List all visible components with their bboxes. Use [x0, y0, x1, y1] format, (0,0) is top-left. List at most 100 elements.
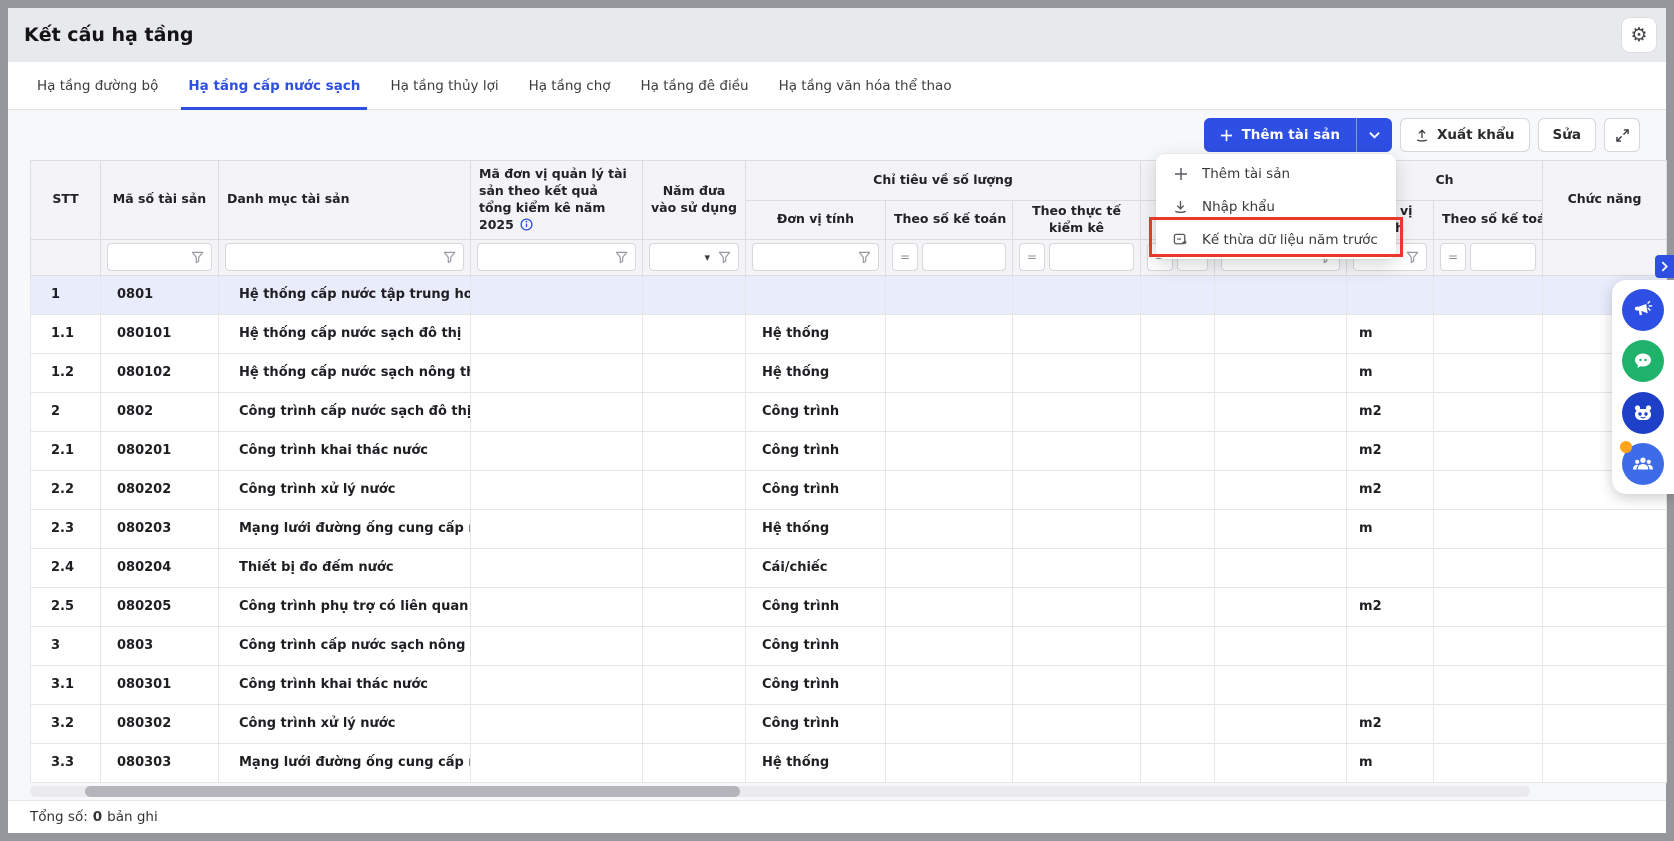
- table-row[interactable]: 3.3080303Mạng lưới đường ống cung cấp nư…: [31, 743, 1667, 782]
- cell: [1141, 353, 1215, 392]
- cell: Công trình: [746, 392, 886, 431]
- scrollbar-thumb[interactable]: [85, 786, 740, 797]
- side-panel-toggle[interactable]: [1655, 255, 1674, 278]
- cell: [643, 626, 746, 665]
- settings-button[interactable]: ⚙: [1622, 18, 1656, 52]
- table-row[interactable]: 2.5080205Công trình phụ trợ có liên quan…: [31, 587, 1667, 626]
- cell: Hệ thống cấp nước sạch đô thị: [219, 314, 471, 353]
- cell: [1141, 470, 1215, 509]
- cell: [471, 626, 643, 665]
- cell: Công trình phụ trợ có liên quan: [219, 587, 471, 626]
- cell: Công trình khai thác nước: [219, 431, 471, 470]
- table-row[interactable]: 1.1080101Hệ thống cấp nước sạch đô thịHệ…: [31, 314, 1667, 353]
- expand-button[interactable]: [1604, 118, 1640, 152]
- col-header-year[interactable]: Năm đưa vào sử dụng: [643, 161, 746, 240]
- notification-dot: [1620, 441, 1632, 453]
- cell: [886, 275, 1013, 314]
- community-button[interactable]: [1622, 443, 1664, 485]
- filter-accounting-input[interactable]: =: [892, 243, 1006, 271]
- col-header-name[interactable]: Danh mục tài sản: [219, 161, 471, 240]
- filter-unit-input[interactable]: [752, 243, 879, 271]
- col-header-stt[interactable]: STT: [31, 161, 101, 240]
- table-row[interactable]: 2.4080204Thiết bị đo đếm nướcCái/chiếc: [31, 548, 1667, 587]
- col-header-accounting[interactable]: Theo số kế toán: [886, 201, 1013, 240]
- export-button[interactable]: Xuất khẩu: [1400, 118, 1530, 152]
- filter-year-select[interactable]: ▾: [649, 243, 739, 271]
- table-row[interactable]: 2.1080201Công trình khai thác nướcCông t…: [31, 431, 1667, 470]
- announcement-button[interactable]: [1622, 289, 1664, 331]
- funnel-icon[interactable]: [858, 251, 871, 264]
- edit-button[interactable]: Sửa: [1538, 118, 1596, 152]
- cell: Hệ thống: [746, 353, 886, 392]
- cell: [471, 665, 643, 704]
- cell: [886, 743, 1013, 782]
- group-header-quantity: Chỉ tiêu về số lượng: [746, 161, 1141, 201]
- chat-support-button[interactable]: [1622, 340, 1664, 382]
- cell: [471, 587, 643, 626]
- info-icon[interactable]: [520, 218, 533, 231]
- funnel-icon[interactable]: [443, 251, 456, 264]
- cell: m2: [1347, 431, 1434, 470]
- assets-table: STT Mã số tài sản Danh mục tài sản Mã đơ…: [30, 160, 1667, 783]
- table-row[interactable]: 2.3080203Mạng lưới đường ống cung cấp nư…: [31, 509, 1667, 548]
- filter-unit-code-input[interactable]: [477, 243, 636, 271]
- tab-ha-tang-duong-bo[interactable]: Hạ tầng đường bộ: [22, 62, 173, 109]
- tab-ha-tang-thuy-loi[interactable]: Hạ tầng thủy lợi: [375, 62, 513, 109]
- table-row[interactable]: 10801Hệ thống cấp nước tập trung hoàn ch…: [31, 275, 1667, 314]
- table-row[interactable]: 1.2080102Hệ thống cấp nước sạch nông thô…: [31, 353, 1667, 392]
- funnel-icon[interactable]: [718, 251, 731, 264]
- cell: [1013, 743, 1141, 782]
- filter-functions-empty: [1543, 239, 1667, 275]
- horizontal-scrollbar[interactable]: [30, 786, 1530, 797]
- cell: [643, 353, 746, 392]
- col-header-inventory[interactable]: Theo thực tế kiểm kê: [1013, 201, 1141, 240]
- menu-item-ke-thua-du-lieu[interactable]: Kế thừa dữ liệu năm trước: [1156, 223, 1396, 256]
- funnel-icon[interactable]: [191, 251, 204, 264]
- download-icon: [1172, 199, 1189, 214]
- cell: [886, 509, 1013, 548]
- filter-inventory-input[interactable]: =: [1019, 243, 1134, 271]
- cell: [1347, 665, 1434, 704]
- table-row[interactable]: 2.2080202Công trình xử lý nướcCông trình…: [31, 470, 1667, 509]
- filter-code-input[interactable]: [107, 243, 212, 271]
- status-bar: Tổng số: 0 bản ghi: [8, 800, 1666, 833]
- cell: [643, 314, 746, 353]
- table-row[interactable]: 3.2080302Công trình xử lý nướcCông trình…: [31, 704, 1667, 743]
- cell: [1141, 275, 1215, 314]
- tab-ha-tang-de-dieu[interactable]: Hạ tầng đê điều: [626, 62, 764, 109]
- cell: [1013, 509, 1141, 548]
- cell: m: [1347, 743, 1434, 782]
- cell: [1215, 743, 1347, 782]
- tab-ha-tang-cap-nuoc-sach[interactable]: Hạ tầng cấp nước sạch: [173, 62, 375, 109]
- add-asset-button[interactable]: Thêm tài sản: [1204, 118, 1356, 152]
- table-row[interactable]: 3.1080301Công trình khai thác nướcCông t…: [31, 665, 1667, 704]
- cell: 080101: [101, 314, 219, 353]
- col-header-accounting2[interactable]: Theo số kế toán: [1434, 201, 1543, 240]
- col-header-unit[interactable]: Đơn vị tính: [746, 201, 886, 240]
- table-row[interactable]: 20802Công trình cấp nước sạch đô thịCông…: [31, 392, 1667, 431]
- add-asset-dropdown-toggle[interactable]: [1356, 118, 1392, 152]
- filter-accounting2-input[interactable]: =: [1440, 243, 1536, 271]
- col-header-code[interactable]: Mã số tài sản: [101, 161, 219, 240]
- cell: [1141, 509, 1215, 548]
- chatbot-button[interactable]: [1622, 392, 1664, 434]
- tab-ha-tang-cho[interactable]: Hạ tầng chợ: [514, 62, 626, 109]
- tab-ha-tang-van-hoa-the-thao[interactable]: Hạ tầng văn hóa thể thao: [764, 62, 967, 109]
- cell: [1543, 665, 1667, 704]
- cell: 2: [31, 392, 101, 431]
- cell: m2: [1347, 392, 1434, 431]
- table-header: STT Mã số tài sản Danh mục tài sản Mã đơ…: [31, 161, 1667, 276]
- table-body: 10801Hệ thống cấp nước tập trung hoàn ch…: [31, 275, 1667, 782]
- filter-name-input[interactable]: [225, 243, 464, 271]
- menu-item-them-tai-san[interactable]: Thêm tài sản: [1156, 157, 1396, 190]
- table-row[interactable]: 30803Công trình cấp nước sạch nông thôn …: [31, 626, 1667, 665]
- col-header-unit-code[interactable]: Mã đơn vị quản lý tài sản theo kết quả t…: [471, 161, 643, 240]
- chevron-right-icon: [1661, 261, 1668, 272]
- total-unit-label: bản ghi: [107, 809, 158, 825]
- menu-item-nhap-khau[interactable]: Nhập khẩu: [1156, 190, 1396, 223]
- cell: [1141, 314, 1215, 353]
- funnel-icon[interactable]: [1406, 251, 1419, 264]
- funnel-icon[interactable]: [615, 251, 628, 264]
- floating-widget-panel: [1612, 280, 1674, 494]
- cell: [1434, 470, 1543, 509]
